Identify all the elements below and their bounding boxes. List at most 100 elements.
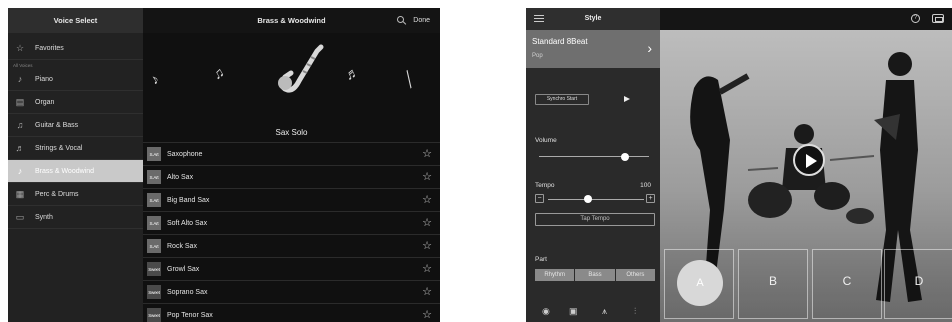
voice-name: Rock Sax [167, 242, 197, 250]
voice-type-badge: Sweet [147, 285, 161, 299]
top-bar: ? [660, 8, 952, 30]
sidebar-item-favorites[interactable]: ☆ Favorites [8, 37, 143, 60]
sidebar-item-brass-woodwind[interactable]: ♪ Brass & Woodwind [8, 160, 143, 183]
sidebar-item-perc-drums[interactable]: ▦ Perc & Drums [8, 183, 143, 206]
sax-ensemble-icon[interactable]: ♬ [342, 63, 361, 83]
voice-name: Alto Sax [167, 173, 194, 181]
saxophone-icon[interactable] [273, 43, 329, 103]
sidebar-item-piano[interactable]: ♪ Piano [8, 68, 143, 91]
favorite-star-icon[interactable]: ☆ [422, 147, 432, 160]
band-photo-area: A B C D [660, 30, 952, 322]
trumpet-icon[interactable]: ♪ [147, 70, 162, 87]
voice-name: Growl Sax [167, 265, 200, 273]
section-a-label: A [696, 277, 704, 289]
play-button[interactable] [793, 144, 825, 176]
voice-row-rock-sax[interactable]: S.Art Rock Sax ☆ [143, 234, 440, 257]
synchro-start-button[interactable]: Synchro Start [535, 94, 589, 105]
voice-row-pop-tenor-sax[interactable]: Sweet Pop Tenor Sax ☆ [143, 303, 440, 322]
style-control-panel: Synchro Start Volume Tempo 100 − + Tap T… [526, 68, 660, 322]
voice-list-panel: ♪ ♫ ♬ ╱ Sax Solo S.Art Saxophone ☆ S.Art… [143, 33, 440, 322]
tempo-slider-track[interactable] [548, 199, 644, 200]
voice-name: Pop Tenor Sax [167, 311, 213, 319]
style-header-title: Style [584, 15, 602, 22]
voice-row-soprano-sax[interactable]: Sweet Soprano Sax ☆ [143, 280, 440, 303]
star-icon: ☆ [15, 42, 25, 53]
favorite-star-icon[interactable]: ☆ [422, 239, 432, 252]
voice-type-badge: S.Art [147, 170, 161, 184]
category-header: Brass & Woodwind Done [143, 8, 440, 33]
voice-row-growl-sax[interactable]: Sweet Growl Sax ☆ [143, 257, 440, 280]
favorite-star-icon[interactable]: ☆ [422, 193, 432, 206]
volume-slider-knob[interactable] [620, 152, 629, 161]
sidebar-item-label: Organ [35, 98, 55, 106]
sidebar-item-label: Piano [35, 75, 53, 83]
tempo-label: Tempo [535, 182, 555, 189]
sidebar-item-label: Brass & Woodwind [35, 167, 95, 175]
style-name: Standard 8Beat [532, 37, 588, 46]
tempo-increase-button[interactable]: + [646, 194, 655, 203]
help-icon[interactable]: ? [911, 14, 920, 23]
section-a-indicator[interactable]: A [677, 260, 723, 306]
saxophone-icon: ♪ [17, 166, 23, 176]
bottom-toolbar: ◉ ▣ ⩚ ⫶ [526, 306, 660, 322]
sidebar-item-label: Favorites [35, 44, 64, 52]
metronome-icon[interactable]: ⩚ [602, 306, 607, 317]
favorite-star-icon[interactable]: ☆ [422, 285, 432, 298]
audio-device-icon[interactable]: ▣ [569, 306, 578, 317]
style-category: Pop [532, 53, 543, 59]
tempo-slider-knob[interactable] [584, 195, 593, 203]
part-rhythm-button[interactable]: Rhythm [535, 269, 576, 281]
volume-slider-track[interactable] [539, 156, 649, 157]
sidebar-item-synth[interactable]: ▭ Synth [8, 206, 143, 229]
part-bass-button[interactable]: Bass [575, 269, 616, 281]
saxophone-graphic [278, 44, 324, 93]
voice-row-saxophone[interactable]: S.Art Saxophone ☆ [143, 142, 440, 165]
favorite-star-icon[interactable]: ☆ [422, 170, 432, 183]
tap-tempo-button[interactable]: Tap Tempo [535, 213, 655, 226]
sidebar-item-label: Perc & Drums [35, 190, 79, 198]
section-c-label: C [842, 274, 852, 288]
trumpet-ensemble-icon[interactable]: ♫ [210, 63, 227, 82]
category-sidebar: ☆ Favorites All Voices ♪ Piano ▤ Organ ♫… [8, 33, 143, 322]
style-header: Style [526, 8, 660, 30]
part-others-button[interactable]: Others [615, 269, 655, 281]
violin-icon: ♬ [15, 143, 25, 153]
style-selector[interactable]: Standard 8Beat Pop › [526, 30, 660, 68]
play-icon[interactable] [624, 96, 630, 102]
chevron-right-icon: › [647, 40, 652, 56]
sidebar-item-label: Synth [35, 213, 53, 221]
flute-icon[interactable]: ╱ [401, 70, 418, 88]
category-title: Brass & Woodwind [257, 16, 326, 25]
voice-row-alto-sax[interactable]: S.Art Alto Sax ☆ [143, 165, 440, 188]
style-screen: Style ? Standard 8Beat Pop › Synchro Sta… [526, 8, 952, 322]
voice-type-badge: S.Art [147, 147, 161, 161]
done-button[interactable]: Done [413, 8, 430, 33]
guitar-icon: ♫ [16, 120, 24, 130]
section-d-pad[interactable]: D [884, 249, 952, 319]
mixer-icon[interactable]: ⫶ [634, 306, 636, 317]
cards-icon[interactable] [932, 14, 944, 23]
sidebar-item-guitar-bass[interactable]: ♫ Guitar & Bass [8, 114, 143, 137]
section-c-pad[interactable]: C [812, 249, 882, 319]
sidebar-item-label: Strings & Vocal [35, 144, 83, 152]
favorite-star-icon[interactable]: ☆ [422, 216, 432, 229]
favorite-star-icon[interactable]: ☆ [422, 308, 432, 321]
section-d-label: D [914, 274, 924, 288]
sidebar-item-label: Guitar & Bass [35, 121, 79, 129]
sidebar-item-organ[interactable]: ▤ Organ [8, 91, 143, 114]
section-b-label: B [768, 274, 777, 288]
voice-select-screen: Voice Select Brass & Woodwind Done ☆ Fav… [8, 8, 440, 322]
sidebar-item-strings-vocal[interactable]: ♬ Strings & Vocal [8, 137, 143, 160]
piano-icon: ♪ [17, 74, 23, 84]
voice-row-soft-alto-sax[interactable]: S.Art Soft Alto Sax ☆ [143, 211, 440, 234]
voice-row-big-band-sax[interactable]: S.Art Big Band Sax ☆ [143, 188, 440, 211]
section-b-pad[interactable]: B [738, 249, 808, 319]
voice-name: Soprano Sax [167, 288, 208, 296]
favorite-star-icon[interactable]: ☆ [422, 262, 432, 275]
search-icon[interactable] [397, 16, 404, 23]
voice-name: Big Band Sax [167, 196, 210, 204]
voice-type-badge: Sweet [147, 262, 161, 276]
voice-name: Soft Alto Sax [167, 219, 208, 227]
tempo-decrease-button[interactable]: − [535, 194, 544, 203]
record-icon[interactable]: ◉ [542, 306, 550, 317]
